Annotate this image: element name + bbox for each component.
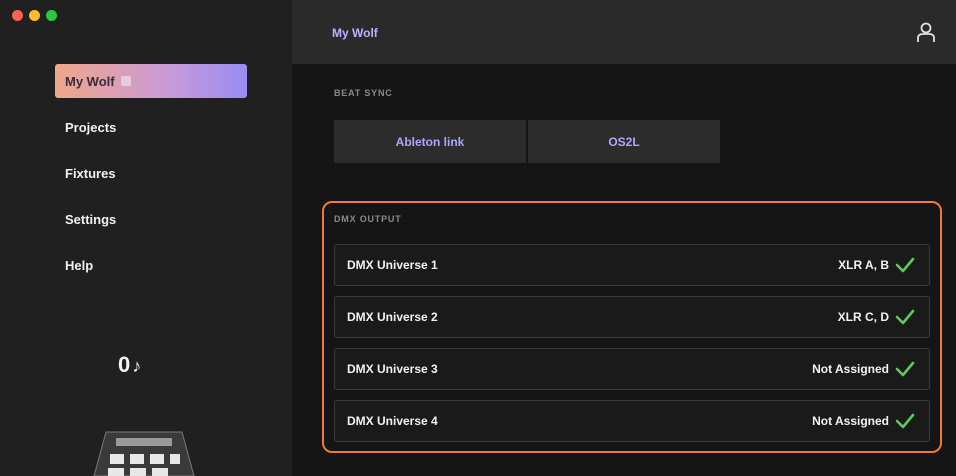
page-title: My Wolf: [332, 26, 378, 40]
close-window-icon[interactable]: [12, 10, 23, 21]
universe-assignment: XLR A, B: [838, 257, 915, 273]
universe-name: DMX Universe 1: [347, 258, 438, 272]
dmx-universe-row-2[interactable]: DMX Universe 2 XLR C, D: [334, 296, 930, 338]
universe-assignment-label: XLR A, B: [838, 258, 889, 272]
sidebar-item-label: Settings: [65, 211, 117, 227]
universe-assignment: Not Assigned: [812, 413, 915, 429]
sidebar: My Wolf Projects Fixtures Settings Help …: [0, 0, 292, 476]
beat-sync-options: Ableton link OS2L: [334, 120, 720, 163]
minimize-window-icon[interactable]: [29, 10, 40, 21]
beat-counter-value: 0: [118, 352, 131, 377]
ableton-link-button[interactable]: Ableton link: [334, 120, 526, 163]
sidebar-item-label: My Wolf: [65, 73, 115, 89]
dmx-output-label: DMX OUTPUT: [334, 214, 402, 224]
sidebar-item-help[interactable]: Help: [55, 248, 247, 282]
beat-sync-label: BEAT SYNC: [334, 88, 393, 98]
checkmark-icon: [895, 361, 915, 377]
universe-name: DMX Universe 4: [347, 414, 438, 428]
universe-assignment: Not Assigned: [812, 361, 915, 377]
checkmark-icon: [895, 309, 915, 325]
dmx-universe-row-3[interactable]: DMX Universe 3 Not Assigned: [334, 348, 930, 390]
universe-name: DMX Universe 3: [347, 362, 438, 376]
sidebar-item-label: Fixtures: [65, 165, 116, 181]
universe-name: DMX Universe 2: [347, 310, 438, 324]
sidebar-nav: My Wolf Projects Fixtures Settings Help: [55, 64, 247, 294]
sidebar-item-settings[interactable]: Settings: [55, 202, 247, 236]
universe-assignment: XLR C, D: [838, 309, 915, 325]
sidebar-item-indicator: [120, 76, 131, 86]
header: My Wolf: [292, 0, 956, 64]
universe-assignment-label: XLR C, D: [837, 310, 889, 324]
dmx-universe-row-4[interactable]: DMX Universe 4 Not Assigned: [334, 400, 930, 442]
sidebar-item-fixtures[interactable]: Fixtures: [55, 156, 247, 190]
dmx-universe-row-1[interactable]: DMX Universe 1 XLR A, B: [334, 244, 930, 286]
universe-assignment-label: Not Assigned: [812, 362, 889, 376]
os2l-button[interactable]: OS2L: [528, 120, 720, 163]
universe-assignment-label: Not Assigned: [812, 414, 889, 428]
beat-counter: 0 ♪: [118, 352, 141, 378]
sidebar-item-projects[interactable]: Projects: [55, 110, 247, 144]
sidebar-item-label: Projects: [65, 119, 117, 135]
checkmark-icon: [895, 413, 915, 429]
music-note-icon: ♪: [132, 356, 142, 376]
sidebar-item-my-wolf[interactable]: My Wolf: [55, 64, 247, 98]
sidebar-item-label: Help: [65, 257, 94, 273]
user-icon[interactable]: [914, 20, 938, 44]
window-controls: [12, 10, 57, 21]
maximize-window-icon[interactable]: [46, 10, 57, 21]
controller-device-icon: [93, 431, 195, 476]
checkmark-icon: [895, 257, 915, 273]
